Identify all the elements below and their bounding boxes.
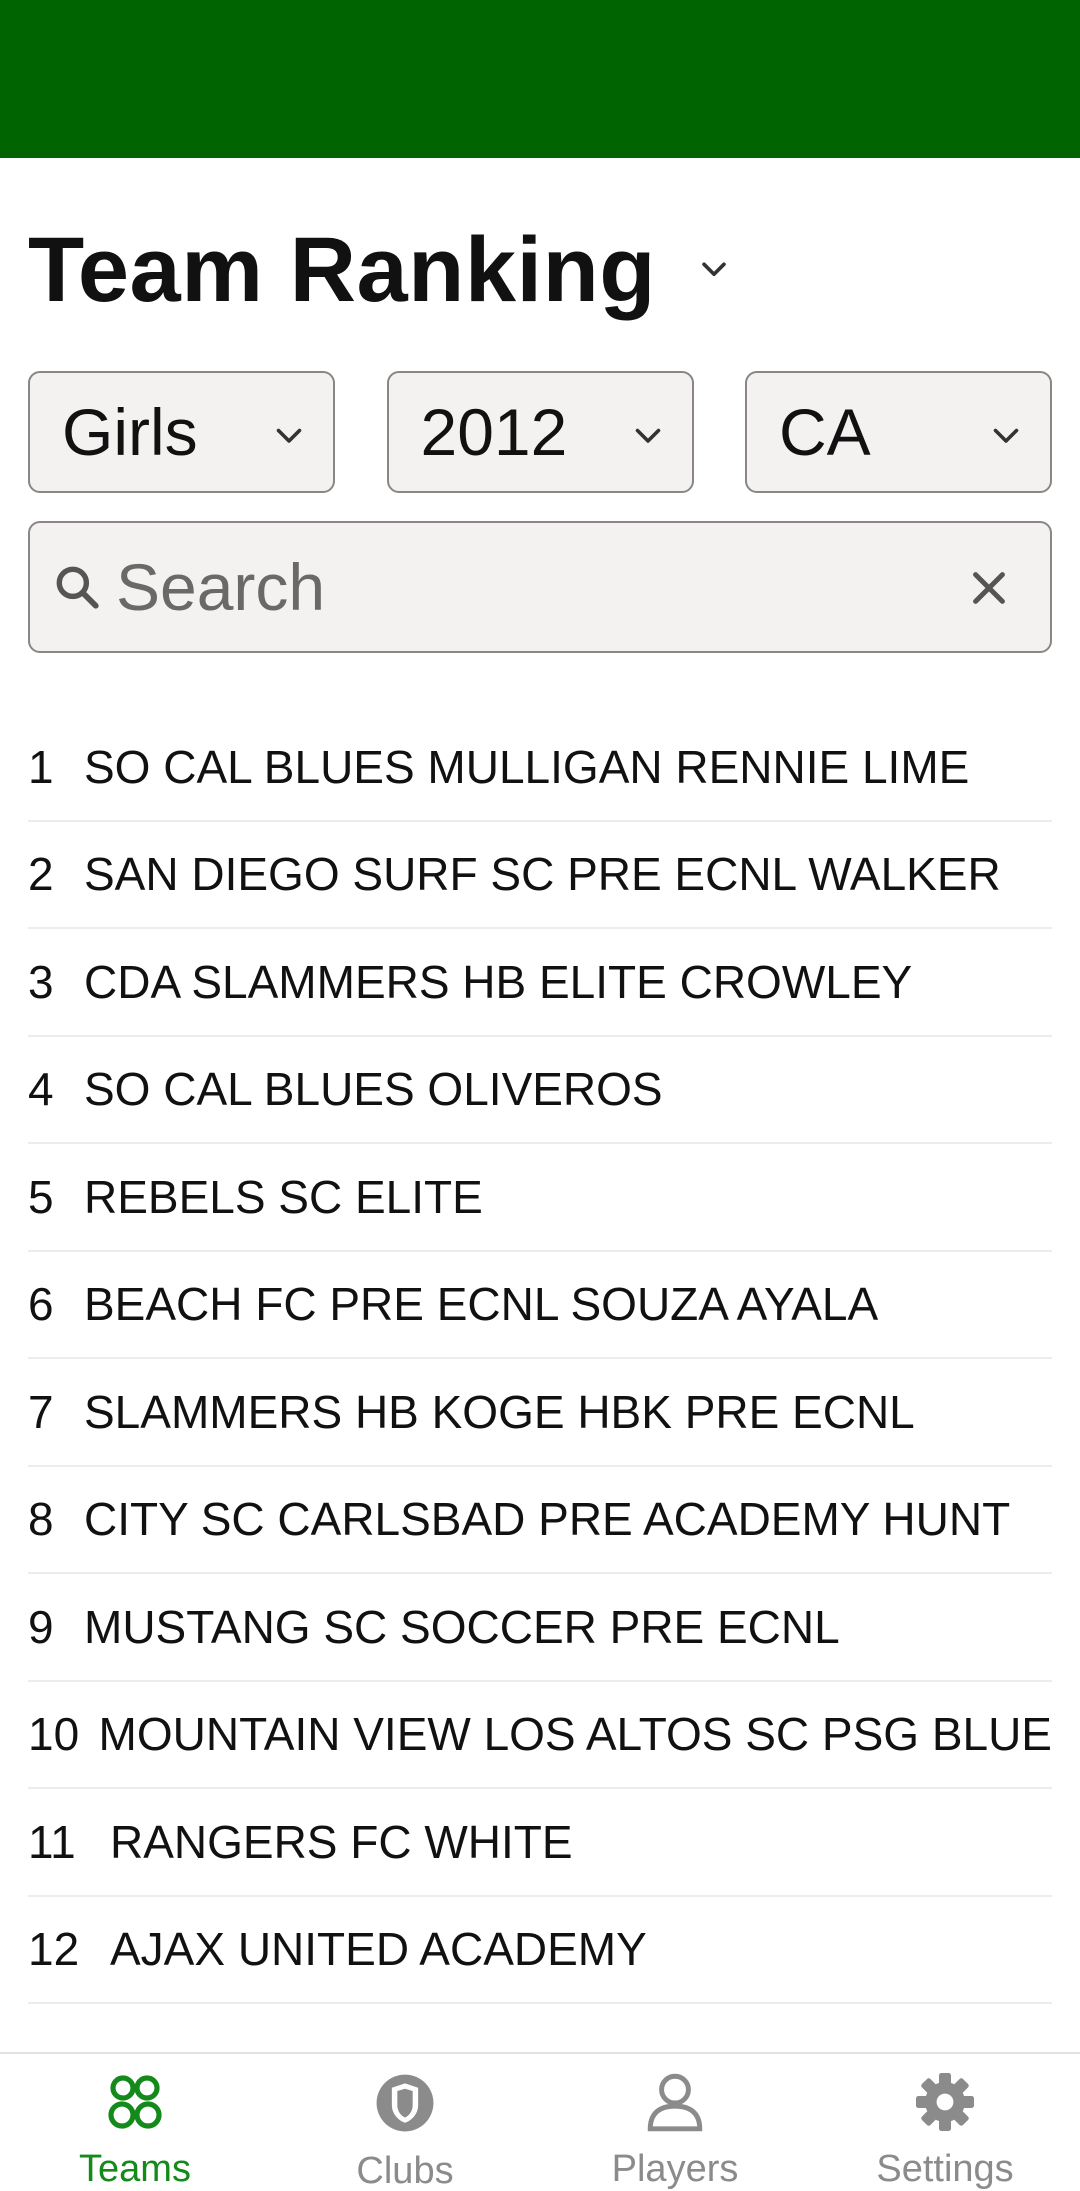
table-row[interactable]: 4 SO CAL BLUES OLIVEROS (28, 1037, 1052, 1144)
table-row[interactable]: 12 AJAX UNITED ACADEMY (28, 1897, 1052, 2004)
gear-icon (910, 2068, 980, 2136)
table-row[interactable]: 9 MUSTANG SC SOCCER PRE ECNL (28, 1574, 1052, 1682)
tab-settings[interactable]: Settings (810, 2054, 1080, 2191)
state-select-value: CA (779, 395, 871, 469)
table-row[interactable]: 8 CITY SC CARLSBAD PRE ACADEMY HUNT (28, 1467, 1052, 1574)
rank-number: 10 (28, 1708, 80, 1761)
tab-players[interactable]: Players (540, 2054, 810, 2191)
table-row[interactable]: 3 CDA SLAMMERS HB ELITE CROWLEY (28, 929, 1052, 1037)
chevron-down-icon (635, 428, 660, 443)
rank-number: 7 (28, 1385, 54, 1438)
team-name: SO CAL BLUES MULLIGAN RENNIE LIME (84, 740, 970, 793)
rank-number: 5 (28, 1170, 54, 1223)
team-name: RANGERS FC WHITE (110, 1815, 573, 1868)
bottom-nav: Teams Clubs Players Settings (0, 2052, 1080, 2191)
tab-label: Clubs (356, 2150, 454, 2191)
team-name: REBELS SC ELITE (84, 1170, 483, 1223)
team-name: MUSTANG SC SOCCER PRE ECNL (84, 1600, 840, 1653)
rank-number: 2 (28, 848, 54, 901)
chevron-down-icon[interactable] (694, 250, 734, 290)
team-name: CITY SC CARLSBAD PRE ACADEMY HUNT (84, 1493, 1011, 1546)
close-icon[interactable] (966, 565, 1012, 611)
search-box[interactable] (28, 521, 1052, 653)
table-row[interactable]: 10 MOUNTAIN VIEW LOS ALTOS SC PSG BLUE (28, 1682, 1052, 1789)
team-name: SLAMMERS HB KOGE HBK PRE ECNL (84, 1385, 915, 1438)
tab-clubs[interactable]: Clubs (270, 2054, 540, 2191)
rank-number: 3 (28, 955, 54, 1008)
table-row[interactable]: 6 BEACH FC PRE ECNL SOUZA AYALA (28, 1252, 1052, 1359)
title-row[interactable]: Team Ranking (28, 215, 734, 325)
rank-number: 8 (28, 1493, 54, 1546)
table-row[interactable]: 2 SAN DIEGO SURF SC PRE ECNL WALKER (28, 822, 1052, 929)
chevron-down-icon (993, 428, 1019, 443)
tab-label: Teams (79, 2148, 191, 2190)
chevron-down-icon (276, 428, 302, 443)
year-select-value: 2012 (420, 395, 568, 469)
search-icon (56, 566, 99, 609)
team-name: AJAX UNITED ACADEMY (110, 1923, 647, 1976)
team-name: CDA SLAMMERS HB ELITE CROWLEY (84, 955, 913, 1008)
tab-teams[interactable]: Teams (0, 2054, 270, 2191)
team-name: BEACH FC PRE ECNL SOUZA AYALA (84, 1278, 879, 1331)
table-row[interactable]: 5 REBELS SC ELITE (28, 1144, 1052, 1252)
search-input[interactable] (116, 549, 916, 625)
tab-label: Settings (876, 2148, 1014, 2190)
gender-select-value: Girls (62, 395, 198, 469)
table-row[interactable]: 1 SO CAL BLUES MULLIGAN RENNIE LIME (28, 714, 1052, 822)
year-select[interactable]: 2012 (386, 371, 694, 493)
state-select[interactable]: CA (745, 371, 1052, 493)
rank-number: 9 (28, 1600, 54, 1653)
page-title: Team Ranking (28, 218, 656, 321)
tab-label: Players (611, 2148, 739, 2190)
teams-icon (100, 2068, 170, 2136)
person-icon (640, 2068, 710, 2136)
rank-number: 11 (28, 1815, 76, 1868)
rank-number: 1 (28, 740, 54, 793)
rank-number: 4 (28, 1063, 54, 1116)
team-name: SO CAL BLUES OLIVEROS (84, 1063, 663, 1116)
app-header-bar (0, 0, 1080, 158)
rank-number: 12 (28, 1923, 80, 1976)
filter-row: Girls 2012 CA (28, 371, 1052, 493)
shield-icon (370, 2068, 440, 2138)
table-row[interactable]: 11 RANGERS FC WHITE (28, 1789, 1052, 1897)
ranking-list: 1 SO CAL BLUES MULLIGAN RENNIE LIME 2 SA… (28, 714, 1052, 2004)
rank-number: 6 (28, 1278, 54, 1331)
gender-select[interactable]: Girls (28, 371, 335, 493)
team-name: MOUNTAIN VIEW LOS ALTOS SC PSG BLUE (98, 1708, 1052, 1761)
table-row[interactable]: 7 SLAMMERS HB KOGE HBK PRE ECNL (28, 1359, 1052, 1467)
team-name: SAN DIEGO SURF SC PRE ECNL WALKER (84, 848, 1001, 901)
